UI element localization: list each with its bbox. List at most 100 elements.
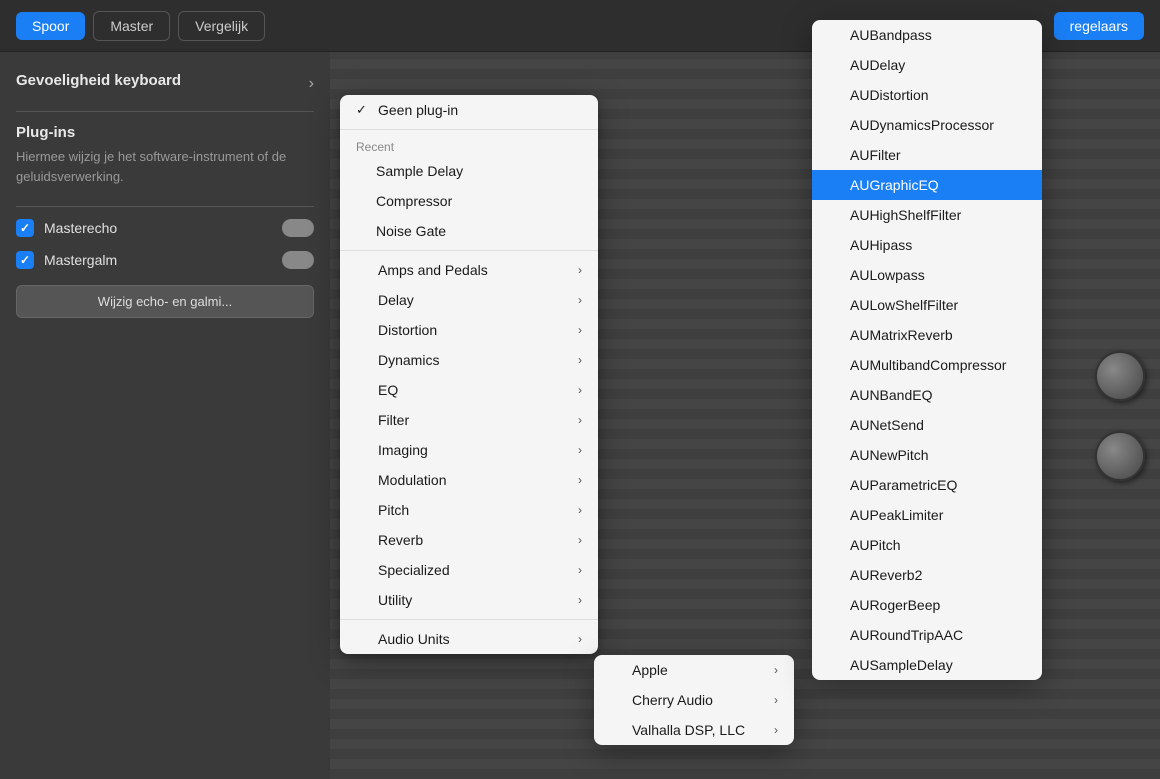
au-item-9[interactable]: AULowShelfFilter (812, 290, 1042, 320)
category-utility-label: Utility (378, 592, 412, 608)
au-item-label-6: AUHighShelfFilter (850, 207, 961, 223)
au-item-label-5: AUGraphicEQ (850, 177, 939, 193)
category-audio-units[interactable]: Audio Units › (340, 624, 598, 654)
au-item-17[interactable]: AUPitch (812, 530, 1042, 560)
au-item-7[interactable]: AUHipass (812, 230, 1042, 260)
menu-divider-2 (340, 250, 598, 251)
plugins-section-title: Plug-ins (16, 124, 314, 141)
category-modulation-label: Modulation (378, 472, 447, 488)
au-item-10[interactable]: AUMatrixReverb (812, 320, 1042, 350)
arrow-icon: › (578, 503, 582, 517)
au-item-16[interactable]: AUPeakLimiter (812, 500, 1042, 530)
au-item-4[interactable]: AUFilter (812, 140, 1042, 170)
expand-icon[interactable]: › (309, 75, 314, 93)
recent-item-1-label: Compressor (376, 193, 452, 209)
au-item-2[interactable]: AUDistortion (812, 80, 1042, 110)
category-modulation[interactable]: Modulation › (340, 465, 598, 495)
au-item-label-14: AUNewPitch (850, 447, 929, 463)
au-item-label-2: AUDistortion (850, 87, 929, 103)
knob-1[interactable] (1095, 351, 1145, 401)
category-utility[interactable]: Utility › (340, 585, 598, 615)
recent-item-2[interactable]: Noise Gate (340, 216, 598, 246)
echo-galm-button[interactable]: Wijzig echo- en galmi... (16, 285, 314, 318)
vendor-valhalla-label: Valhalla DSP, LLC (632, 722, 745, 738)
mastergalm-checkbox[interactable] (16, 251, 34, 269)
au-item-label-21: AUSampleDelay (850, 657, 953, 673)
au-item-label-12: AUNBandEQ (850, 387, 932, 403)
au-item-0[interactable]: AUBandpass (812, 20, 1042, 50)
au-item-19[interactable]: AURogerBeep (812, 590, 1042, 620)
menu-divider-1 (340, 129, 598, 130)
au-item-13[interactable]: AUNetSend (812, 410, 1042, 440)
category-amps[interactable]: Amps and Pedals › (340, 255, 598, 285)
keyboard-sensitivity-label: Gevoeligheid keyboard (16, 72, 181, 89)
category-imaging[interactable]: Imaging › (340, 435, 598, 465)
arrow-icon: › (578, 293, 582, 307)
category-reverb[interactable]: Reverb › (340, 525, 598, 555)
menu-divider-3 (340, 619, 598, 620)
category-delay-label: Delay (378, 292, 414, 308)
au-item-1[interactable]: AUDelay (812, 50, 1042, 80)
mastergalm-toggle[interactable] (282, 251, 314, 269)
au-item-5[interactable]: AUGraphicEQ (812, 170, 1042, 200)
category-reverb-label: Reverb (378, 532, 423, 548)
au-item-6[interactable]: AUHighShelfFilter (812, 200, 1042, 230)
recent-item-1[interactable]: Compressor (340, 186, 598, 216)
au-item-label-0: AUBandpass (850, 27, 932, 43)
au-item-14[interactable]: AUNewPitch (812, 440, 1042, 470)
au-item-label-16: AUPeakLimiter (850, 507, 943, 523)
category-eq[interactable]: EQ › (340, 375, 598, 405)
arrow-icon: › (578, 563, 582, 577)
category-delay[interactable]: Delay › (340, 285, 598, 315)
au-item-18[interactable]: AUReverb2 (812, 560, 1042, 590)
category-au-label: Audio Units (378, 631, 450, 647)
au-item-15[interactable]: AUParametricEQ (812, 470, 1042, 500)
au-item-label-1: AUDelay (850, 57, 905, 73)
arrow-icon: › (578, 473, 582, 487)
spoor-button[interactable]: Spoor (16, 12, 85, 40)
master-button[interactable]: Master (93, 11, 170, 41)
masterecho-label: Masterecho (44, 220, 272, 236)
au-item-label-3: AUDynamicsProcessor (850, 117, 994, 133)
vendor-apple-label: Apple (632, 662, 668, 678)
vendor-valhalla[interactable]: Valhalla DSP, LLC › (594, 715, 794, 745)
arrow-icon: › (578, 323, 582, 337)
recent-item-0[interactable]: Sample Delay (340, 156, 598, 186)
vergelijk-button[interactable]: Vergelijk (178, 11, 265, 41)
au-item-8[interactable]: AULowpass (812, 260, 1042, 290)
recent-item-0-label: Sample Delay (376, 163, 463, 179)
au-item-label-9: AULowShelfFilter (850, 297, 958, 313)
au-item-11[interactable]: AUMultibandCompressor (812, 350, 1042, 380)
regelaars-button[interactable]: regelaars (1054, 12, 1144, 40)
au-item-20[interactable]: AURoundTripAAC (812, 620, 1042, 650)
au-item-label-18: AUReverb2 (850, 567, 922, 583)
arrow-icon: › (578, 593, 582, 607)
left-panel: Gevoeligheid keyboard › Plug-ins Hiermee… (0, 52, 330, 779)
vendor-cherry-audio[interactable]: Cherry Audio › (594, 685, 794, 715)
au-item-3[interactable]: AUDynamicsProcessor (812, 110, 1042, 140)
au-dropdown: AUBandpass AUDelay AUDistortion AUDynamicsP… (812, 20, 1042, 680)
knobs-area (1080, 52, 1160, 779)
mastergalm-label: Mastergalm (44, 252, 272, 268)
masterecho-checkbox[interactable] (16, 219, 34, 237)
masterecho-toggle[interactable] (282, 219, 314, 237)
au-item-label-17: AUPitch (850, 537, 901, 553)
knob-2[interactable] (1095, 431, 1145, 481)
no-plugin-item[interactable]: ✓ Geen plug-in (340, 95, 598, 125)
vendors-dropdown: Apple › Cherry Audio › Valhalla DSP, LLC… (594, 655, 794, 745)
masterecho-row: Masterecho (16, 219, 314, 237)
arrow-icon: › (774, 723, 778, 737)
vendor-apple[interactable]: Apple › (594, 655, 794, 685)
category-dynamics[interactable]: Dynamics › (340, 345, 598, 375)
au-item-label-19: AURogerBeep (850, 597, 940, 613)
plugins-description: Hiermee wijzig je het software-instrumen… (16, 147, 314, 186)
category-specialized[interactable]: Specialized › (340, 555, 598, 585)
arrow-icon: › (578, 632, 582, 646)
category-pitch[interactable]: Pitch › (340, 495, 598, 525)
au-item-12[interactable]: AUNBandEQ (812, 380, 1042, 410)
au-item-21[interactable]: AUSampleDelay (812, 650, 1042, 680)
category-filter[interactable]: Filter › (340, 405, 598, 435)
category-distortion[interactable]: Distortion › (340, 315, 598, 345)
arrow-icon: › (774, 693, 778, 707)
category-imaging-label: Imaging (378, 442, 428, 458)
